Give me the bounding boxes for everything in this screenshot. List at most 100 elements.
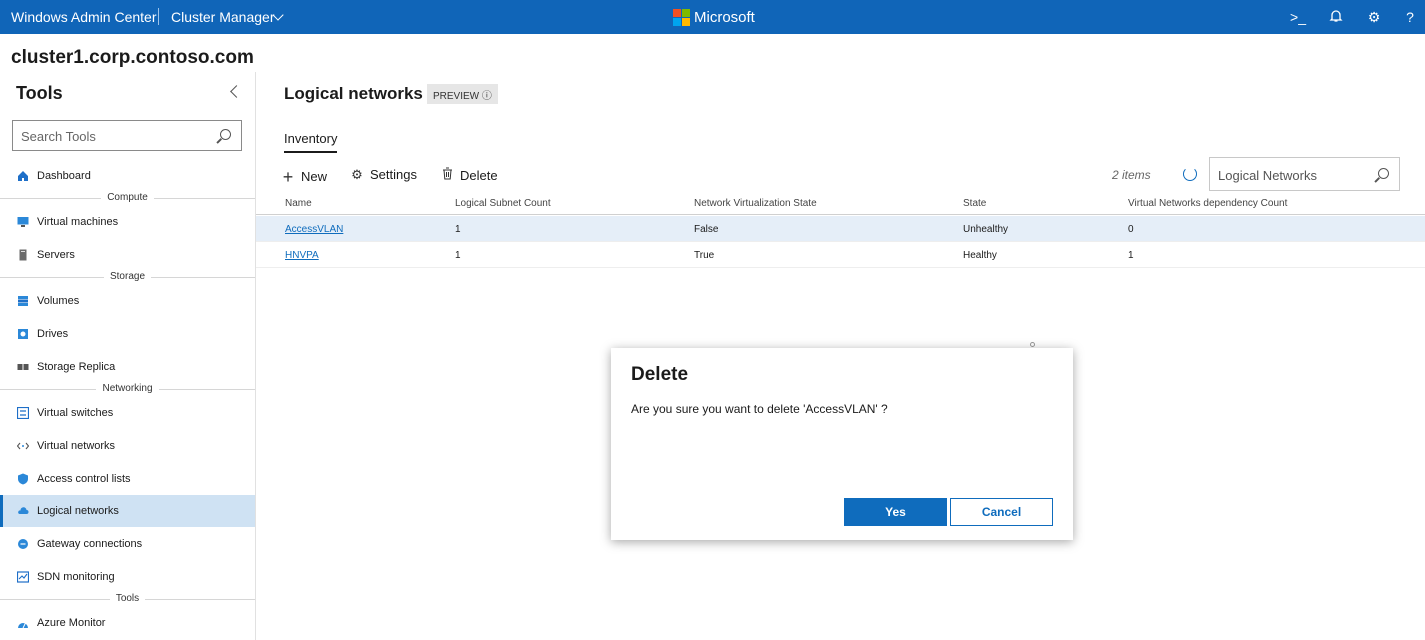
yes-button[interactable]: Yes xyxy=(844,498,947,526)
sidebar-item-label: Access control lists xyxy=(37,473,131,485)
new-label: New xyxy=(301,169,328,184)
microsoft-wordmark: Microsoft xyxy=(694,9,755,26)
refresh-icon[interactable] xyxy=(1183,167,1197,181)
azure-monitor-icon xyxy=(18,622,28,629)
home-icon xyxy=(18,171,28,181)
tab-inventory[interactable]: Inventory xyxy=(284,131,338,153)
section-tools: Tools xyxy=(0,593,255,607)
sidebar-item-logical-networks[interactable]: Logical networks xyxy=(0,495,255,527)
sidebar-item-volumes[interactable]: Volumes xyxy=(0,285,255,317)
info-icon[interactable]: ⓘ xyxy=(482,91,492,102)
column-header-dependency-count[interactable]: Virtual Networks dependency Count xyxy=(1128,198,1287,209)
search-tools-placeholder: Search Tools xyxy=(21,129,96,144)
row-virtualization-state: False xyxy=(694,224,719,235)
table-header: Name Logical Subnet Count Network Virtua… xyxy=(256,193,1425,215)
bell-icon[interactable] xyxy=(1328,9,1344,25)
row-state: Healthy xyxy=(963,250,997,261)
monitoring-icon xyxy=(17,571,29,583)
delete-button[interactable]: Delete xyxy=(440,167,498,183)
sidebar-item-virtual-switches[interactable]: Virtual switches xyxy=(0,397,255,429)
sidebar-item-label: Virtual machines xyxy=(37,216,119,228)
drive-icon xyxy=(18,329,28,339)
top-bar: Windows Admin Center Cluster Manager Mic… xyxy=(0,0,1425,34)
gear-icon: ⚙ xyxy=(351,167,363,182)
search-tools-input[interactable]: Search Tools xyxy=(12,120,242,151)
column-header-subnet-count[interactable]: Logical Subnet Count xyxy=(455,198,551,209)
resize-handle[interactable] xyxy=(1030,342,1035,347)
help-icon[interactable]: ? xyxy=(1402,9,1418,25)
plus-icon: + xyxy=(282,167,294,187)
logo-square-blue xyxy=(673,18,681,26)
powershell-icon[interactable]: >_ xyxy=(1290,9,1306,25)
sidebar-item-virtual-networks[interactable]: Virtual networks xyxy=(0,430,255,462)
table-row[interactable]: AccessVLAN 1 False Unhealthy 0 xyxy=(256,216,1425,242)
switch-icon xyxy=(17,407,29,419)
section-storage: Storage xyxy=(0,271,255,285)
logo-square-green xyxy=(682,9,690,17)
sidebar-item-label: Drives xyxy=(37,328,69,340)
sidebar-item-dashboard[interactable]: Dashboard xyxy=(0,160,255,192)
sidebar-item-label: Virtual networks xyxy=(37,440,116,452)
table-row[interactable]: HNVPA 1 True Healthy 1 xyxy=(256,242,1425,268)
sidebar-item-label: Virtual switches xyxy=(37,407,114,419)
column-header-virtualization-state[interactable]: Network Virtualization State xyxy=(694,198,817,209)
sidebar-item-virtual-machines[interactable]: Virtual machines xyxy=(0,206,255,238)
sidebar-item-gateway-connections[interactable]: Gateway connections xyxy=(0,528,255,560)
row-name-link[interactable]: HNVPA xyxy=(285,250,319,261)
sidebar-item-label: Dashboard xyxy=(37,170,91,182)
row-virtualization-state: True xyxy=(694,250,715,261)
column-header-state[interactable]: State xyxy=(963,198,986,209)
sidebar: Tools Search Tools Dashboard Compute Vir… xyxy=(0,72,256,640)
logo-square-yellow xyxy=(682,18,690,26)
row-subnet-count: 1 xyxy=(455,224,461,235)
dialog-message: Are you sure you want to delete 'AccessV… xyxy=(631,402,888,416)
settings-label: Settings xyxy=(370,167,417,182)
section-compute: Compute xyxy=(0,192,255,206)
monitor-icon xyxy=(17,217,29,227)
delete-label: Delete xyxy=(460,168,498,183)
shield-icon xyxy=(18,473,28,485)
sidebar-item-label: SDN monitoring xyxy=(37,571,115,583)
sidebar-item-azure-monitor[interactable]: Azure Monitor xyxy=(0,607,255,639)
sidebar-title: Tools xyxy=(16,83,63,103)
chevron-left-icon[interactable] xyxy=(230,85,243,98)
context-switcher[interactable]: Cluster Manager xyxy=(171,9,275,25)
page-title: Logical networks xyxy=(284,84,423,103)
cloud-icon xyxy=(18,507,29,514)
cluster-name: cluster1.corp.contoso.com xyxy=(11,47,254,68)
section-label: Storage xyxy=(103,271,152,282)
sidebar-item-label: Logical networks xyxy=(37,505,119,517)
sidebar-item-access-control-lists[interactable]: Access control lists xyxy=(0,463,255,495)
section-label: Compute xyxy=(101,192,154,203)
sidebar-item-label: Volumes xyxy=(37,295,80,307)
column-header-name[interactable]: Name xyxy=(285,198,312,209)
settings-button[interactable]: ⚙ Settings xyxy=(350,167,417,183)
row-dependency-count: 1 xyxy=(1128,250,1134,261)
search-icon[interactable] xyxy=(220,129,231,140)
preview-badge[interactable]: PREVIEW ⓘ xyxy=(427,84,498,104)
cancel-button[interactable]: Cancel xyxy=(950,498,1053,526)
sidebar-item-sdn-monitoring[interactable]: SDN monitoring xyxy=(0,561,255,593)
row-state: Unhealthy xyxy=(963,224,1009,235)
row-name-link[interactable]: AccessVLAN xyxy=(285,224,343,235)
storage-replica-icon xyxy=(17,364,29,370)
new-button[interactable]: + New xyxy=(281,167,327,188)
section-label: Tools xyxy=(109,593,146,604)
sidebar-item-label: Storage Replica xyxy=(37,361,116,373)
section-networking: Networking xyxy=(0,383,255,397)
sidebar-item-label: Servers xyxy=(37,249,75,261)
app-name[interactable]: Windows Admin Center xyxy=(11,9,157,25)
sidebar-item-storage-replica[interactable]: Storage Replica xyxy=(0,351,255,383)
search-icon[interactable] xyxy=(1378,168,1389,179)
volumes-icon xyxy=(18,296,28,306)
preview-label: PREVIEW xyxy=(433,91,480,102)
header-separator xyxy=(158,8,159,25)
sidebar-item-servers[interactable]: Servers xyxy=(0,239,255,271)
trash-icon xyxy=(440,167,454,183)
row-subnet-count: 1 xyxy=(455,250,461,261)
sidebar-item-drives[interactable]: Drives xyxy=(0,318,255,350)
logical-networks-search-input[interactable]: Logical Networks xyxy=(1209,157,1400,191)
section-label: Networking xyxy=(96,383,159,394)
gear-icon[interactable]: ⚙ xyxy=(1366,9,1382,25)
sidebar-item-label: Azure Monitor xyxy=(37,617,106,629)
